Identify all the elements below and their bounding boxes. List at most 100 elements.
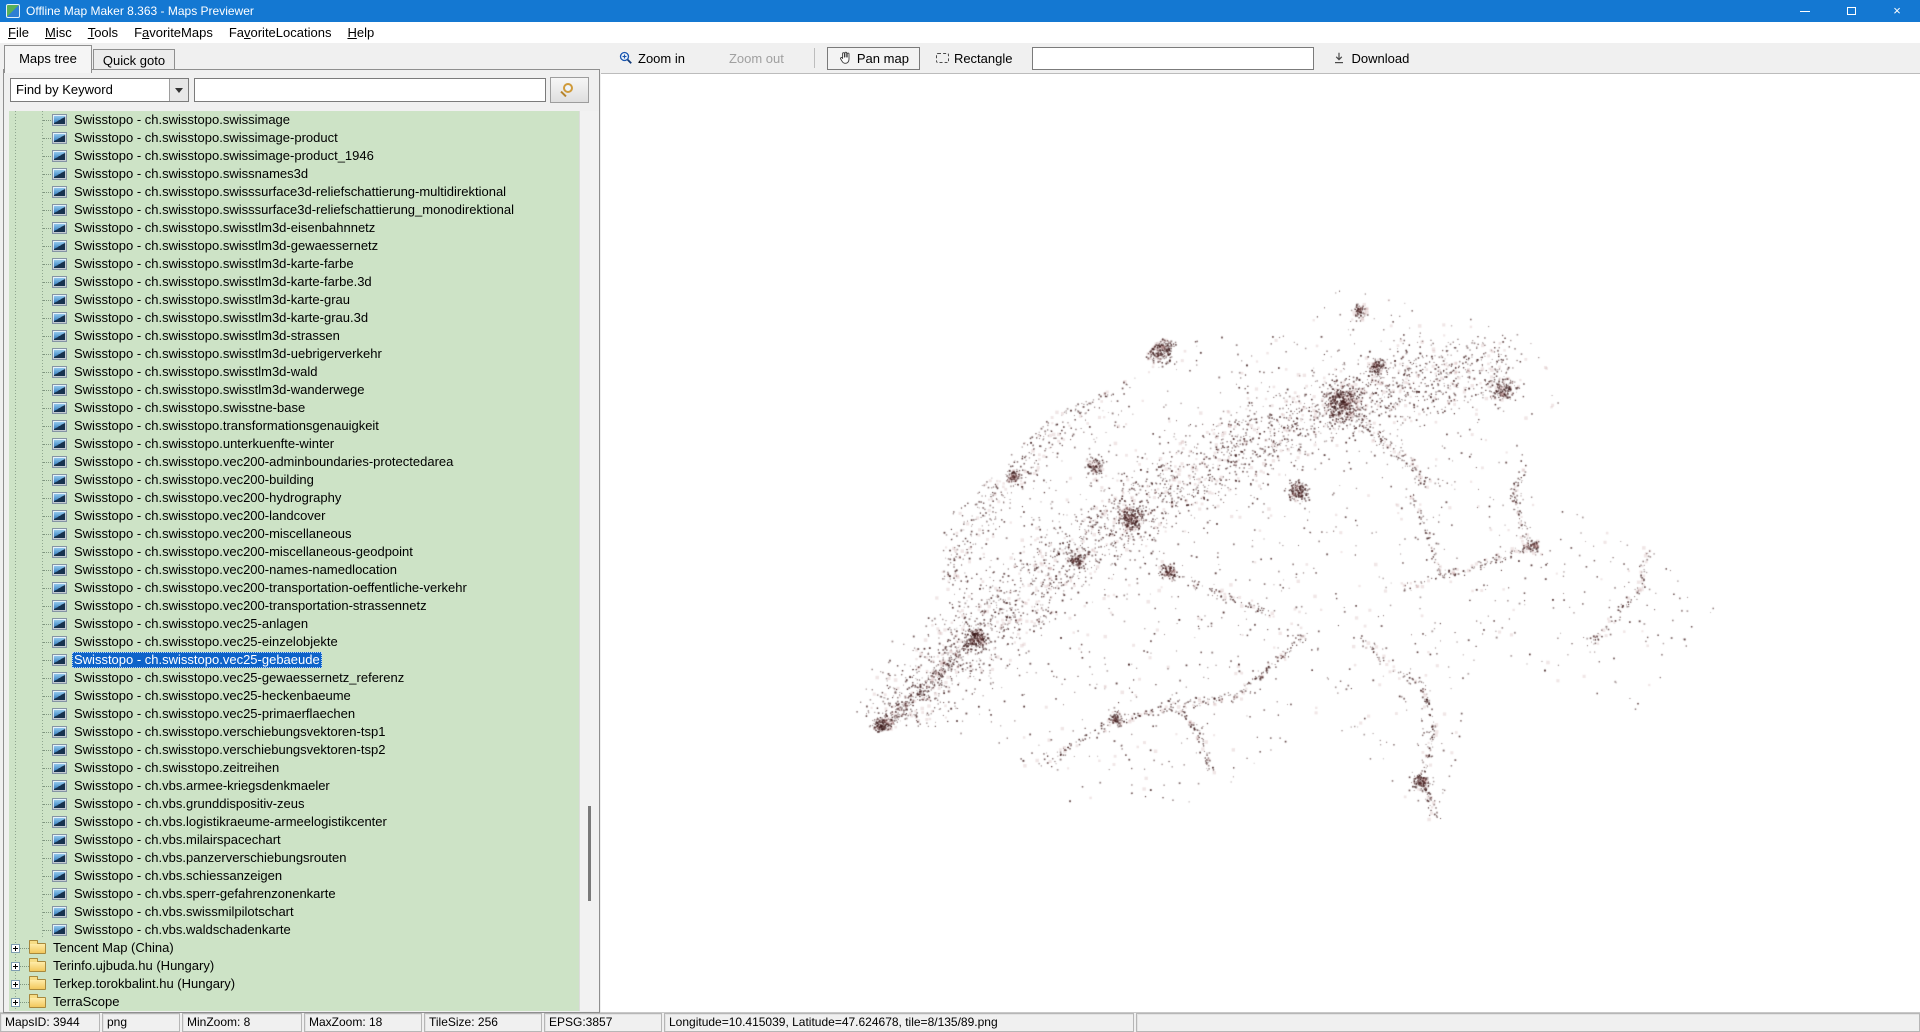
tree-item[interactable]: Swisstopo - ch.swisstopo.verschiebungsve…: [9, 741, 579, 759]
tree-item-label[interactable]: Swisstopo - ch.vbs.milairspacechart: [72, 832, 283, 848]
tree-folder-label[interactable]: Tencent Map (China): [51, 940, 176, 956]
tree-item[interactable]: Swisstopo - ch.swisstopo.vec25-anlagen: [9, 615, 579, 633]
tree-item[interactable]: Swisstopo - ch.swisstopo.vec25-einzelobj…: [9, 633, 579, 651]
tree-item-label[interactable]: Swisstopo - ch.swisstopo.swisstlm3d-eise…: [72, 220, 377, 236]
tree-item-label[interactable]: Swisstopo - ch.swisstopo.vec200-transpor…: [72, 598, 429, 614]
tree-item-label[interactable]: Swisstopo - ch.vbs.waldschadenkarte: [72, 922, 293, 938]
tree-item-label[interactable]: Swisstopo - ch.swisstopo.vec200-adminbou…: [72, 454, 455, 470]
tree-item[interactable]: Swisstopo - ch.swisstopo.swissimage-prod…: [9, 147, 579, 165]
tree-item[interactable]: Swisstopo - ch.vbs.armee-kriegsdenkmaele…: [9, 777, 579, 795]
tree-item-label[interactable]: Swisstopo - ch.swisstopo.swisssurface3d-…: [72, 184, 508, 200]
tree-item-label[interactable]: Swisstopo - ch.swisstopo.swisstlm3d-kart…: [72, 292, 352, 308]
tree-item[interactable]: Swisstopo - ch.swisstopo.swisssurface3d-…: [9, 183, 579, 201]
tree-item[interactable]: Swisstopo - ch.swisstopo.vec25-gewaesser…: [9, 669, 579, 687]
tree-item-label[interactable]: Swisstopo - ch.swisstopo.swisstlm3d-wand…: [72, 382, 366, 398]
tree-item[interactable]: Swisstopo - ch.vbs.waldschadenkarte: [9, 921, 579, 939]
tree-item-label[interactable]: Swisstopo - ch.swisstopo.swissimage: [72, 112, 292, 128]
tree-item[interactable]: Swisstopo - ch.swisstopo.vec25-heckenbae…: [9, 687, 579, 705]
tree-scrollbar[interactable]: [579, 111, 599, 1011]
menu-help[interactable]: Help: [339, 22, 382, 43]
tree-item-label[interactable]: Swisstopo - ch.swisstopo.zeitreihen: [72, 760, 281, 776]
menu-tools[interactable]: Tools: [80, 22, 126, 43]
find-mode-select[interactable]: Find by Keyword: [10, 78, 189, 102]
tree-scrollbar-thumb[interactable]: [588, 806, 591, 901]
tree-item-label[interactable]: Swisstopo - ch.swisstopo.swissnames3d: [72, 166, 310, 182]
tree-folder[interactable]: Terkep.torokbalint.hu (Hungary): [9, 975, 579, 993]
tree-item[interactable]: Swisstopo - ch.swisstopo.swisstlm3d-eise…: [9, 219, 579, 237]
tree-item[interactable]: Swisstopo - ch.swisstopo.vec200-miscella…: [9, 543, 579, 561]
expand-plus-icon[interactable]: [11, 997, 20, 1007]
tree-folder[interactable]: Tencent Map (China): [9, 939, 579, 957]
tree-item[interactable]: Swisstopo - ch.swisstopo.swisstlm3d-kart…: [9, 309, 579, 327]
tree-item[interactable]: Swisstopo - ch.swisstopo.vec200-transpor…: [9, 579, 579, 597]
maximize-button[interactable]: [1828, 0, 1874, 22]
tree-item[interactable]: Swisstopo - ch.swisstopo.vec200-building: [9, 471, 579, 489]
tree-item-label[interactable]: Swisstopo - ch.swisstopo.vec200-hydrogra…: [72, 490, 343, 506]
rectangle-button[interactable]: Rectangle: [928, 48, 1021, 69]
zoom-in-button[interactable]: Zoom in: [611, 48, 693, 69]
tree-item-label[interactable]: Swisstopo - ch.swisstopo.swisstlm3d-wald: [72, 364, 319, 380]
tree-item-label[interactable]: Swisstopo - ch.vbs.armee-kriegsdenkmaele…: [72, 778, 332, 794]
tree-item-label[interactable]: Swisstopo - ch.swisstopo.unterkuenfte-wi…: [72, 436, 336, 452]
map-canvas[interactable]: [601, 74, 1920, 1012]
tree-folder-label[interactable]: Terkep.torokbalint.hu (Hungary): [51, 976, 237, 992]
tree-item[interactable]: Swisstopo - ch.vbs.sperr-gefahrenzonenka…: [9, 885, 579, 903]
tree-item[interactable]: Swisstopo - ch.vbs.milairspacechart: [9, 831, 579, 849]
tree-item-label[interactable]: Swisstopo - ch.swisstopo.vec25-gebaeude: [72, 652, 322, 668]
tree-item[interactable]: Swisstopo - ch.swisstopo.transformations…: [9, 417, 579, 435]
tree-item[interactable]: Swisstopo - ch.swisstopo.swisstlm3d-uebr…: [9, 345, 579, 363]
tree-item-label[interactable]: Swisstopo - ch.vbs.schiessanzeigen: [72, 868, 284, 884]
tree-item[interactable]: Swisstopo - ch.vbs.panzerverschiebungsro…: [9, 849, 579, 867]
tree-item[interactable]: Swisstopo - ch.swisstopo.swissimage-prod…: [9, 129, 579, 147]
tree-item[interactable]: Swisstopo - ch.swisstopo.vec200-landcove…: [9, 507, 579, 525]
tree-folder[interactable]: Terinfo.ujbuda.hu (Hungary): [9, 957, 579, 975]
menu-misc[interactable]: Misc: [37, 22, 80, 43]
tree-item-label[interactable]: Swisstopo - ch.swisstopo.swisstlm3d-stra…: [72, 328, 342, 344]
tree-item[interactable]: Swisstopo - ch.swisstopo.swisstne-base: [9, 399, 579, 417]
tree-item-label[interactable]: Swisstopo - ch.vbs.sperr-gefahrenzonenka…: [72, 886, 338, 902]
tree-item[interactable]: Swisstopo - ch.vbs.swissmilpilotschart: [9, 903, 579, 921]
tree-item[interactable]: Swisstopo - ch.swisstopo.swisstlm3d-stra…: [9, 327, 579, 345]
tree-item-label[interactable]: Swisstopo - ch.swisstopo.vec200-names-na…: [72, 562, 399, 578]
tree-item-label[interactable]: Swisstopo - ch.swisstopo.swisstlm3d-kart…: [72, 310, 370, 326]
chevron-down-icon[interactable]: [169, 79, 188, 101]
tree-folder-label[interactable]: TerraScope: [51, 994, 121, 1010]
tree-item-label[interactable]: Swisstopo - ch.vbs.swissmilpilotschart: [72, 904, 296, 920]
tree-item-label[interactable]: Swisstopo - ch.swisstopo.vec200-miscella…: [72, 544, 415, 560]
tree-item-label[interactable]: Swisstopo - ch.swisstopo.vec25-gewaesser…: [72, 670, 406, 686]
tree-item[interactable]: Swisstopo - ch.swisstopo.swisstlm3d-kart…: [9, 273, 579, 291]
tree-item-label[interactable]: Swisstopo - ch.swisstopo.vec200-landcove…: [72, 508, 327, 524]
expand-plus-icon[interactable]: [11, 943, 20, 953]
tree-item[interactable]: Swisstopo - ch.swisstopo.swissnames3d: [9, 165, 579, 183]
tree-item[interactable]: Swisstopo - ch.swisstopo.vec200-adminbou…: [9, 453, 579, 471]
tree-item-label[interactable]: Swisstopo - ch.swisstopo.swisstlm3d-gewa…: [72, 238, 380, 254]
tree-item[interactable]: Swisstopo - ch.swisstopo.swisstlm3d-kart…: [9, 291, 579, 309]
tree-item-label[interactable]: Swisstopo - ch.swisstopo.transformations…: [72, 418, 381, 434]
tree-item-label[interactable]: Swisstopo - ch.swisstopo.vec25-einzelobj…: [72, 634, 340, 650]
tree-item[interactable]: Swisstopo - ch.swisstopo.zeitreihen: [9, 759, 579, 777]
expand-plus-icon[interactable]: [11, 979, 20, 989]
download-button[interactable]: Download: [1324, 48, 1417, 69]
toolbar-input[interactable]: [1032, 46, 1315, 70]
tree-item-label[interactable]: Swisstopo - ch.swisstopo.verschiebungsve…: [72, 724, 387, 740]
tree-item-label[interactable]: Swisstopo - ch.vbs.grunddispositiv-zeus: [72, 796, 307, 812]
menu-file[interactable]: File: [0, 22, 37, 43]
tree-item[interactable]: Swisstopo - ch.swisstopo.verschiebungsve…: [9, 723, 579, 741]
tree-item-label[interactable]: Swisstopo - ch.vbs.logistikraeume-armeel…: [72, 814, 389, 830]
close-button[interactable]: ×: [1874, 0, 1920, 22]
tree-item[interactable]: Swisstopo - ch.swisstopo.swisstlm3d-wand…: [9, 381, 579, 399]
search-input[interactable]: [194, 78, 546, 102]
tab-maps-tree[interactable]: Maps tree: [4, 45, 92, 73]
menu-favoritelocations[interactable]: FavoriteLocations: [221, 22, 340, 43]
expand-plus-icon[interactable]: [11, 961, 20, 971]
tree-item-label[interactable]: Swisstopo - ch.swisstopo.swisstlm3d-kart…: [72, 274, 374, 290]
tree-item-label[interactable]: Swisstopo - ch.vbs.panzerverschiebungsro…: [72, 850, 348, 866]
zoom-out-button[interactable]: Zoom out: [721, 48, 792, 69]
tree-item-label[interactable]: Swisstopo - ch.swisstopo.swissimage-prod…: [72, 148, 376, 164]
tree-folder-label[interactable]: Terinfo.ujbuda.hu (Hungary): [51, 958, 216, 974]
tree-item-label[interactable]: Swisstopo - ch.swisstopo.verschiebungsve…: [72, 742, 387, 758]
tree-item[interactable]: Swisstopo - ch.vbs.grunddispositiv-zeus: [9, 795, 579, 813]
tree-item[interactable]: Swisstopo - ch.swisstopo.vec25-primaerfl…: [9, 705, 579, 723]
tree-item[interactable]: Swisstopo - ch.vbs.schiessanzeigen: [9, 867, 579, 885]
tree-item-label[interactable]: Swisstopo - ch.swisstopo.swisssurface3d-…: [72, 202, 516, 218]
